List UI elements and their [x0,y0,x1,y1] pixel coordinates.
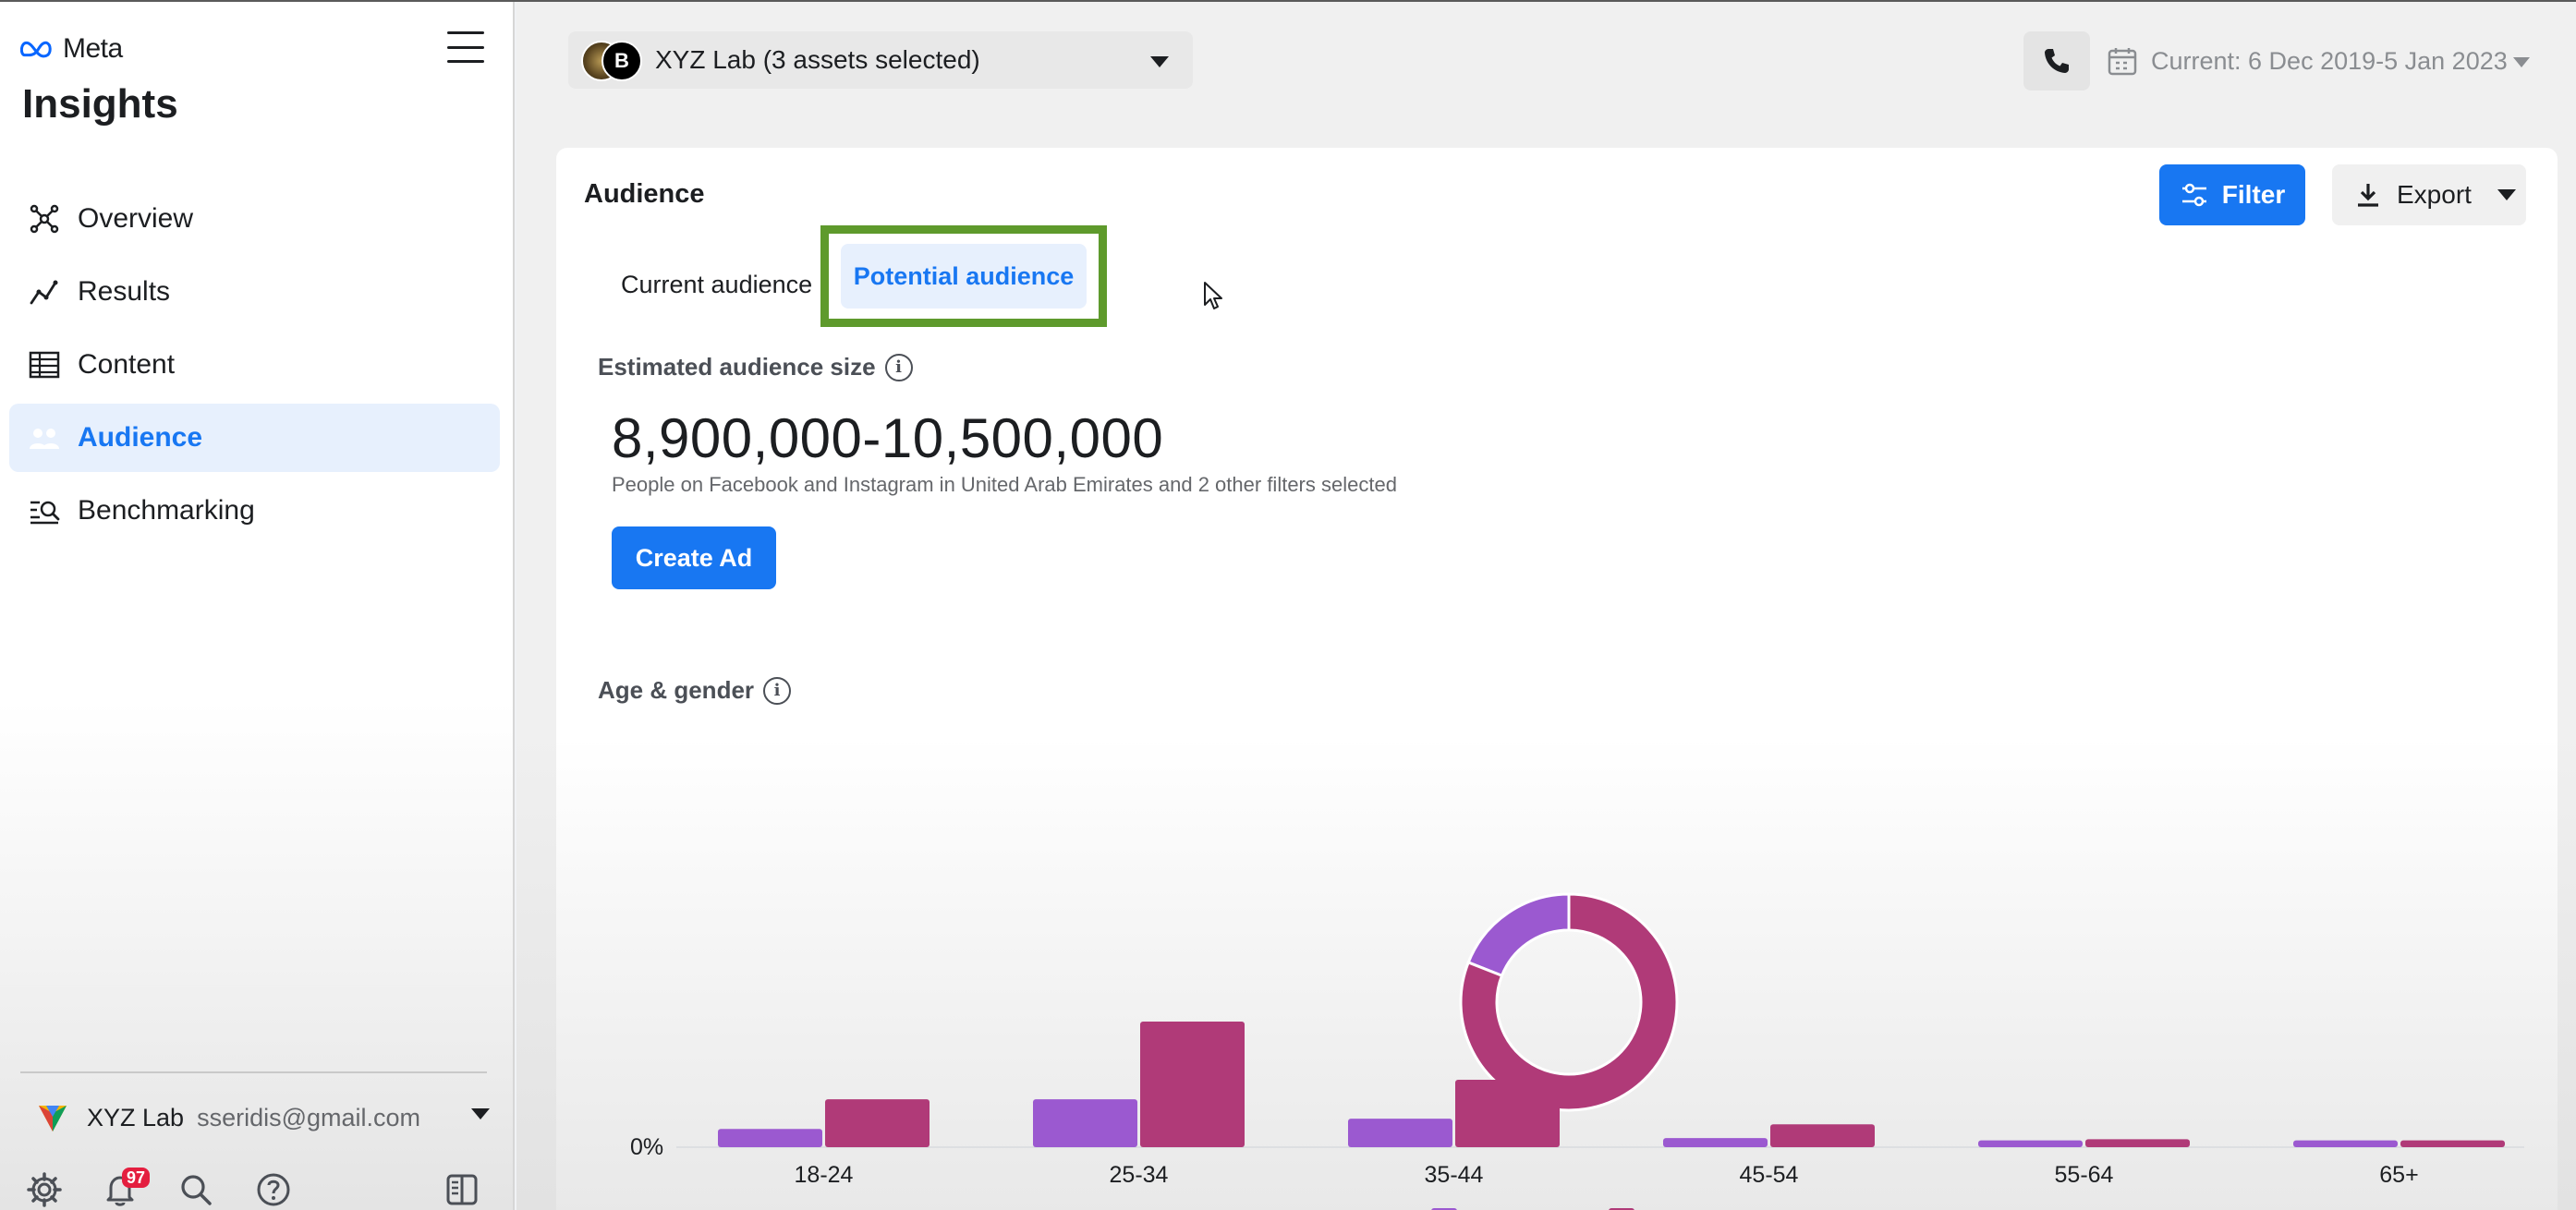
collapse-panel-icon[interactable] [444,1171,484,1210]
tab-current-audience[interactable]: Current audience [621,249,812,320]
bar-men-45-54 [1770,1124,1875,1147]
sidebar: Meta Insights Overview Results Content A… [0,0,515,1210]
phone-icon [2045,49,2069,73]
chevron-down-icon [2513,57,2530,67]
sidebar-item-audience[interactable]: Audience [9,404,500,472]
tab-potential-audience[interactable]: Potential audience [841,244,1087,309]
bar-men-18-24 [825,1099,930,1147]
info-icon[interactable]: i [763,676,792,705]
x-tick-label: 18-24 [795,1162,854,1188]
age-gender-label: Age & gender i [598,676,792,705]
sidebar-item-results[interactable]: Results [9,258,500,326]
estimated-size-value: 8,900,000-10,500,000 [612,407,1164,469]
search-icon[interactable] [177,1171,218,1210]
sidebar-divider [20,1071,487,1073]
download-icon [2358,184,2378,207]
chevron-down-icon [471,1108,490,1119]
estimated-size-label-text: Estimated audience size [598,353,876,381]
sidebar-item-label: Audience [78,422,203,453]
sidebar-item-overview[interactable]: Overview [9,185,500,253]
sidebar-nav: Overview Results Content Audience Benchm… [9,185,500,550]
notifications-count-badge: 97 [122,1168,151,1188]
export-button-label: Export [2397,180,2472,209]
date-range-picker[interactable]: Current: 6 Dec 2019-5 Jan 2023 [2107,31,2541,91]
info-icon[interactable]: i [884,353,913,381]
donut-slice-women [1466,892,1571,978]
estimated-size-label: Estimated audience size i [598,353,913,381]
bar-men-55-64 [2085,1139,2190,1147]
account-logo-icon [39,1106,67,1131]
app-title: Insights [22,81,178,127]
bar-women-65+ [2293,1140,2398,1147]
benchmarking-icon [26,492,63,529]
calendar-icon [2108,48,2137,76]
bar-men-65+ [2400,1140,2505,1147]
age-gender-label-text: Age & gender [598,676,755,704]
account-name: XYZ Lab [87,1103,185,1131]
asset-selector-label: XYZ Lab (3 assets selected) [655,45,980,74]
audience-icon [26,419,63,456]
x-tick-label: 45-54 [1740,1162,1799,1188]
bar-women-18-24 [718,1129,822,1147]
mouse-cursor-icon [1204,282,1222,309]
card-title: Audience [584,179,705,209]
account-switcher[interactable]: XYZ Lab sseridis@gmail.com [37,1097,490,1138]
y-tick-label: 0% [630,1134,663,1160]
sidebar-item-label: Content [78,349,176,380]
asset-avatar-letter: B [601,41,642,81]
bar-men-25-34 [1140,1022,1245,1147]
sidebar-item-label: Results [78,276,171,307]
x-tick-label: 65+ [2379,1162,2418,1188]
audience-card: Audience Filter Export Current audience … [556,148,2558,1210]
overview-icon [26,200,63,237]
asset-selector-dropdown[interactable]: B XYZ Lab (3 assets selected) [568,31,1193,89]
meta-brand-text: Meta [63,33,123,64]
sidebar-item-label: Overview [78,203,194,234]
notifications-bell-icon[interactable]: 97 [102,1168,151,1210]
settings-gear-icon[interactable] [26,1171,67,1210]
sidebar-item-benchmarking[interactable]: Benchmarking [9,477,500,545]
date-range-label: Current: 6 Dec 2019-5 Jan 2023 [2151,46,2508,75]
asset-avatars: B [581,39,655,81]
content-table-icon [26,346,63,383]
export-button[interactable]: Export [2332,164,2526,225]
x-tick-label: 35-44 [1425,1162,1484,1188]
chevron-down-icon [1150,56,1169,67]
filter-sliders-icon [2181,183,2206,207]
phone-button[interactable] [2023,31,2090,91]
bar-women-35-44 [1348,1119,1452,1147]
sidebar-item-label: Benchmarking [78,495,255,526]
estimated-size-note: People on Facebook and Instagram in Unit… [612,473,1397,496]
bar-women-55-64 [1978,1140,2083,1147]
account-email: sseridis@gmail.com [197,1103,421,1131]
results-icon [26,273,63,310]
x-tick-label: 25-34 [1110,1162,1169,1188]
age-gender-chart: 0%18-2425-3435-4445-5455-6465+WomenMen [630,892,2524,1210]
bar-men-35-44 [1455,1080,1560,1147]
filter-button-label: Filter [2221,180,2286,209]
create-ad-button[interactable]: Create Ad [612,526,776,589]
x-tick-label: 55-64 [2055,1162,2114,1188]
chevron-down-icon [2497,189,2516,200]
menu-hamburger-icon[interactable] [447,31,484,63]
bar-women-25-34 [1033,1099,1137,1147]
sidebar-bottom-toolbar: 97 [26,1168,488,1210]
sidebar-item-content[interactable]: Content [9,331,500,399]
filter-button[interactable]: Filter [2159,164,2305,225]
meta-logo[interactable]: Meta [20,33,123,65]
meta-infinity-icon [20,41,52,58]
bar-women-45-54 [1663,1138,1768,1147]
help-icon[interactable] [255,1171,296,1210]
window-top-border [0,0,2576,2]
